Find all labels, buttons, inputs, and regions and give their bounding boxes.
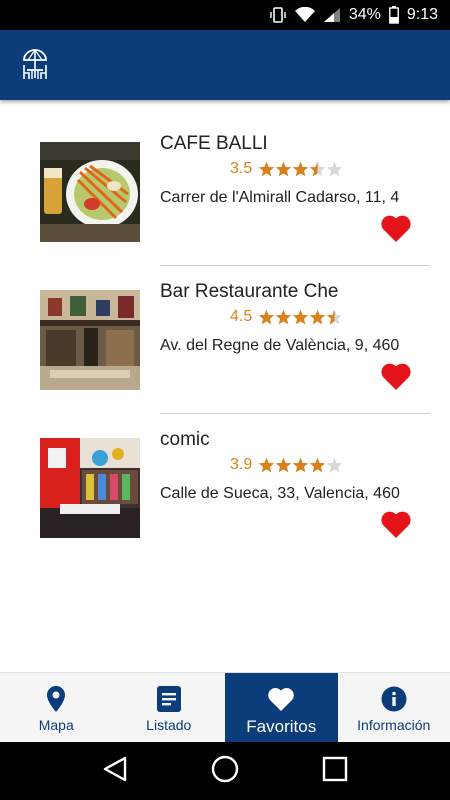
signal-icon <box>323 7 341 23</box>
nav-label: Favoritos <box>246 717 317 736</box>
star-icon <box>327 309 343 324</box>
star-rating <box>258 309 343 326</box>
back-icon[interactable] <box>101 755 129 788</box>
heart-icon <box>267 685 295 713</box>
system-navigation-bar <box>0 742 450 800</box>
restaurant-photo <box>40 290 140 390</box>
favorite-heart-icon[interactable] <box>380 213 412 243</box>
rating-value: 3.9 <box>230 456 253 473</box>
star-rating <box>258 161 343 178</box>
home-icon[interactable] <box>210 754 240 789</box>
battery-percent: 34% <box>348 6 381 23</box>
app-logo-icon[interactable] <box>20 48 50 82</box>
restaurant-photo <box>40 438 140 538</box>
recents-icon[interactable] <box>321 755 349 788</box>
rating: 3.5 <box>230 160 343 178</box>
favorites-list: CAFE BALLI 3.5 Carrer de l'Almirall Cada… <box>0 118 450 562</box>
star-icon <box>276 161 292 176</box>
restaurant-address: Carrer de l'Almirall Cadarso, 11, 4 <box>160 189 400 206</box>
rating-value: 4.5 <box>230 308 253 325</box>
rating: 4.5 <box>230 308 343 326</box>
status-bar: 34% 9:13 <box>0 0 450 30</box>
star-icon <box>327 161 343 176</box>
nav-item-listado[interactable]: Listado <box>113 673 226 742</box>
bottom-navigation: Mapa Listado Favoritos Información <box>0 672 450 742</box>
nav-item-mapa[interactable]: Mapa <box>0 673 113 742</box>
restaurant-name: CAFE BALLI <box>160 133 268 154</box>
app-bar <box>0 30 450 100</box>
nav-item-informacion[interactable]: Información <box>338 673 450 742</box>
nav-label: Mapa <box>38 717 74 733</box>
rating-value: 3.5 <box>230 160 253 177</box>
nav-label: Listado <box>146 717 192 733</box>
location-pin-icon <box>46 685 66 713</box>
star-icon <box>310 309 326 324</box>
vibrate-icon <box>269 6 287 24</box>
nav-item-favoritos[interactable]: Favoritos <box>225 673 338 742</box>
star-icon <box>327 457 343 472</box>
restaurant-name: Bar Restaurante Che <box>160 281 339 302</box>
star-icon <box>293 309 309 324</box>
star-icon <box>310 457 326 472</box>
wifi-icon <box>294 7 315 23</box>
star-icon <box>276 457 292 472</box>
list-item[interactable]: CAFE BALLI 3.5 Carrer de l'Almirall Cada… <box>0 118 450 266</box>
favorite-heart-icon[interactable] <box>380 361 412 391</box>
star-icon <box>259 309 275 324</box>
star-icon <box>310 161 326 176</box>
rating: 3.9 <box>230 456 343 474</box>
list-icon <box>156 685 181 713</box>
star-icon <box>259 457 275 472</box>
list-item[interactable]: comic 3.9 Calle de Sueca, 33, Valencia, … <box>0 414 450 562</box>
restaurant-address: Av. del Regne de València, 9, 460 <box>160 337 400 354</box>
restaurant-photo <box>40 142 140 242</box>
star-icon <box>293 457 309 472</box>
star-rating <box>258 457 343 474</box>
restaurant-address: Calle de Sueca, 33, Valencia, 460 <box>160 485 400 502</box>
star-icon <box>259 161 275 176</box>
list-item[interactable]: Bar Restaurante Che 4.5 Av. del Regne de… <box>0 266 450 414</box>
star-icon <box>276 309 292 324</box>
star-icon <box>293 161 309 176</box>
restaurant-name: comic <box>160 429 210 450</box>
battery-icon <box>388 6 399 24</box>
info-icon <box>381 685 407 713</box>
nav-label: Información <box>357 717 431 733</box>
clock: 9:13 <box>406 6 438 23</box>
favorite-heart-icon[interactable] <box>380 509 412 539</box>
